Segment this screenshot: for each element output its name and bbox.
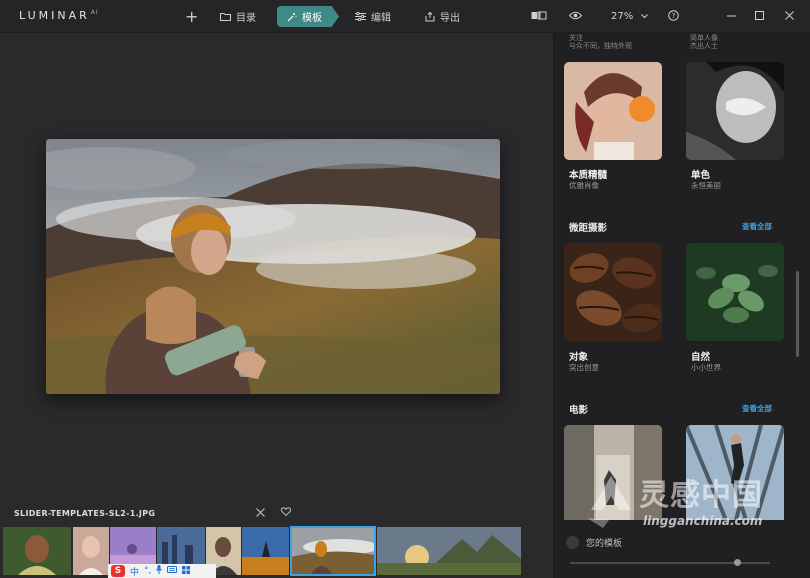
keyboard-icon[interactable] [167, 566, 178, 576]
watermark-url-text: lingganchina.com [643, 514, 763, 528]
minimize-button[interactable] [727, 6, 736, 27]
see-all-macro-link[interactable]: 查看全部 [742, 221, 772, 232]
template-card-nature[interactable] [686, 243, 784, 341]
compare-button[interactable] [531, 6, 547, 27]
chevron-down-icon [641, 11, 649, 22]
export-button[interactable]: 导出 [425, 6, 460, 27]
edit-label: 编辑 [371, 13, 391, 24]
radio-icon [566, 536, 579, 549]
main-photo[interactable] [46, 139, 500, 394]
templates-label: 模板 [302, 13, 322, 24]
ime-mode-chinese[interactable]: 中 [130, 565, 139, 578]
template-card-essence[interactable] [564, 62, 662, 160]
minimize-icon [727, 11, 736, 23]
filmstrip-thumb[interactable] [377, 527, 521, 575]
card-title: 对象 [569, 352, 589, 363]
microphone-icon[interactable] [156, 565, 163, 577]
sogou-logo-icon: S [111, 565, 125, 577]
top-toolbar: LUMINARAI + 目录 模板 编辑 导出 27% ? [0, 0, 810, 33]
card-subtitle: 优雅肖像 [569, 181, 599, 190]
app-logo: LUMINARAI [19, 9, 99, 22]
export-icon [425, 11, 435, 22]
section-title-film: 电影 [569, 405, 589, 416]
panel-scrollbar[interactable] [796, 271, 799, 357]
card-title: 单色 [691, 170, 711, 181]
folder-icon [220, 12, 231, 21]
slider-handle[interactable] [734, 559, 741, 566]
export-label: 导出 [440, 13, 460, 24]
close-icon [256, 507, 265, 520]
filmstrip-thumb[interactable] [73, 527, 109, 575]
template-card-object[interactable] [564, 243, 662, 341]
preview-toggle[interactable] [568, 6, 583, 27]
filmstrip-thumb[interactable] [3, 527, 71, 575]
help-icon: ? [668, 9, 679, 24]
zoom-value: 27% [611, 11, 634, 22]
ime-toolbar[interactable]: S 中 °, [108, 564, 216, 578]
card-subtitle: 小小世界 [691, 363, 721, 372]
watermark-cn-text: 灵感中国 [639, 478, 763, 513]
current-file-name: SLIDER-TEMPLATES-SL2-1.JPG [14, 509, 156, 518]
filmstrip-thumb-selected[interactable] [290, 526, 376, 576]
card-title: 自然 [691, 352, 711, 363]
add-photos-button[interactable]: + [185, 6, 198, 27]
eye-icon [568, 11, 583, 23]
card-subtitle: 突出创意 [569, 363, 599, 372]
heart-icon [281, 507, 291, 519]
templates-button[interactable]: 模板 [277, 6, 339, 27]
maximize-button[interactable] [755, 6, 764, 27]
sliders-icon [355, 12, 366, 21]
grid-menu-icon[interactable] [182, 565, 191, 577]
edit-button[interactable]: 编辑 [355, 6, 391, 27]
close-window-button[interactable] [785, 6, 794, 27]
svg-text:?: ? [672, 12, 676, 20]
clipped-subtitle-left: 与众不同，独特外观 [569, 42, 632, 50]
close-icon [785, 10, 794, 23]
help-button[interactable]: ? [668, 6, 679, 27]
catalog-button[interactable]: 目录 [220, 6, 256, 27]
filmstrip-thumb[interactable] [242, 527, 289, 575]
watermark: 灵感中国 lingganchina.com [583, 470, 793, 550]
watermark-logo-icon [587, 476, 631, 528]
card-title: 本质精髓 [569, 170, 608, 181]
card-subtitle: 永恒美丽 [691, 181, 721, 190]
magic-wand-icon [287, 12, 297, 22]
section-title-macro: 微距摄影 [569, 223, 608, 234]
maximize-icon [755, 10, 764, 23]
zoom-dropdown[interactable]: 27% [611, 6, 649, 27]
template-card-monochrome[interactable] [686, 62, 784, 160]
punctuation-icon[interactable]: °, [144, 566, 151, 576]
see-all-film-link[interactable]: 查看全部 [742, 403, 772, 414]
catalog-label: 目录 [236, 13, 256, 24]
favorite-button[interactable] [281, 507, 291, 519]
close-filmstrip-button[interactable] [256, 507, 265, 520]
compare-icon [531, 10, 547, 23]
clipped-subtitle-right: 杰出人士 [690, 42, 718, 50]
